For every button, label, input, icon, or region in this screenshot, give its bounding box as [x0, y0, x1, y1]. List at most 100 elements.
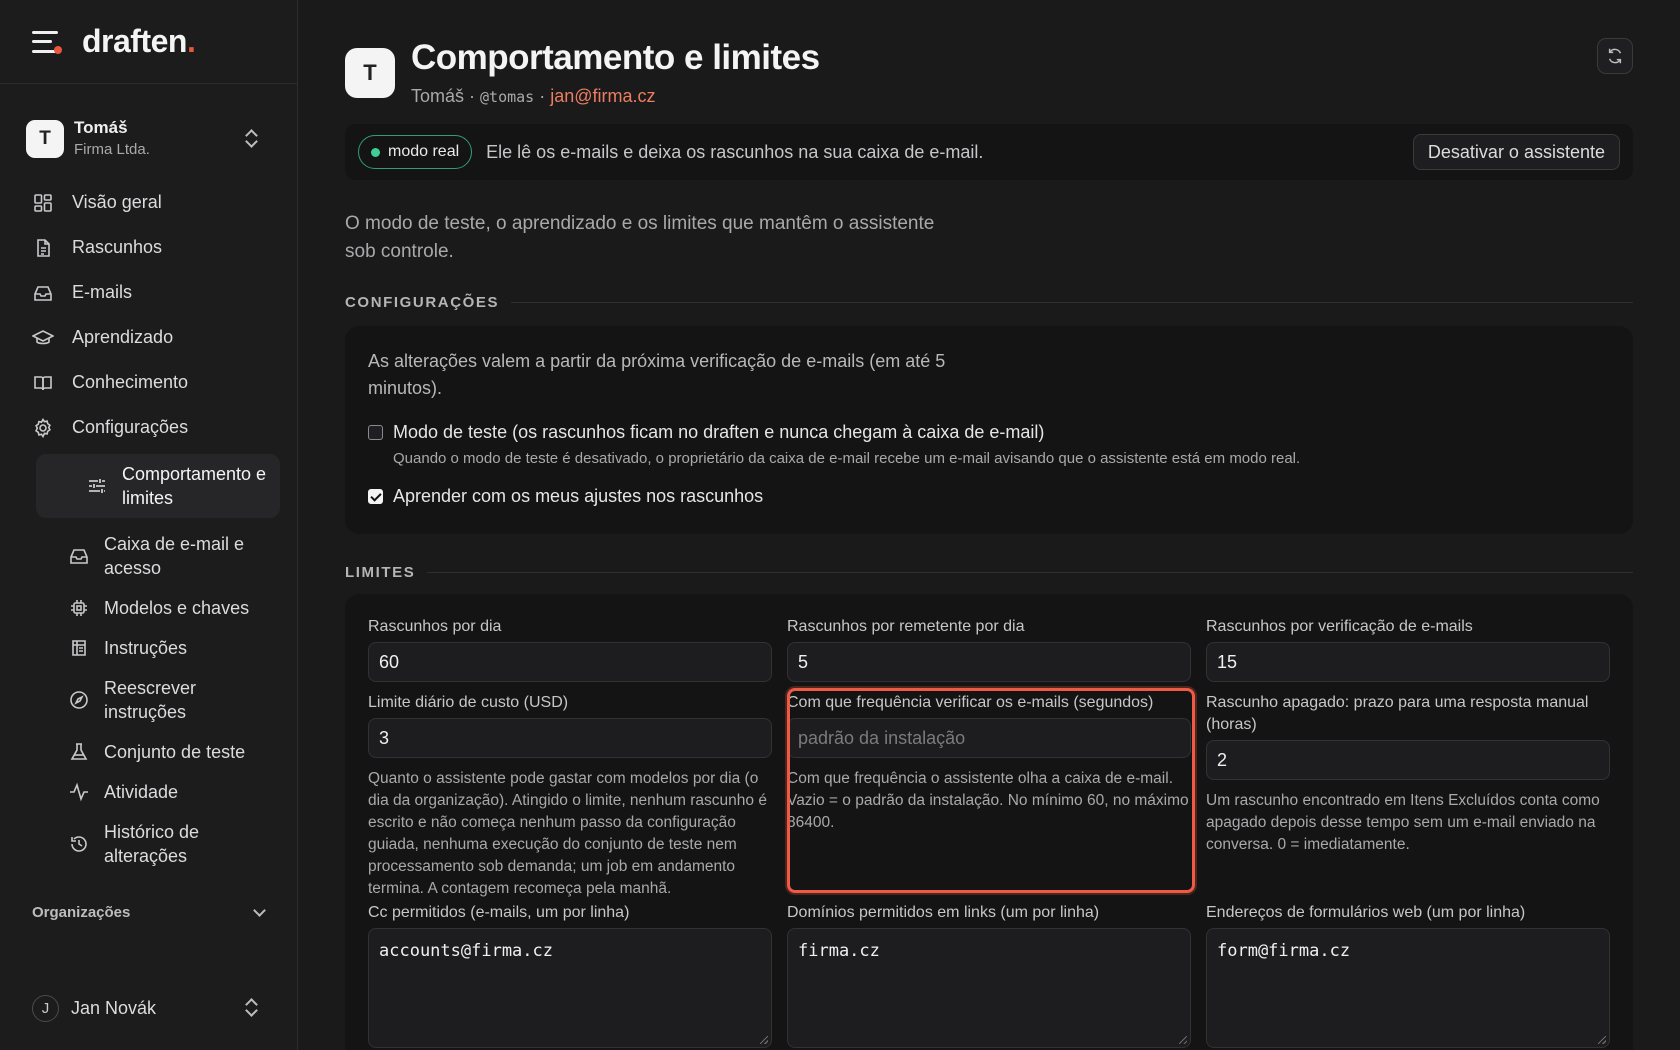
sidebar-item-learning[interactable]: Aprendizado: [18, 315, 280, 360]
user-switcher[interactable]: J Jan Novák: [32, 994, 268, 1022]
disable-assistant-button[interactable]: Desativar o assistente: [1412, 134, 1620, 170]
section-heading-label: CONFIGURAÇÕES: [345, 294, 500, 311]
sidebar-item-settings[interactable]: Configurações: [18, 405, 280, 450]
user-avatar: J: [32, 994, 59, 1022]
sidebar-item-label: Aprendizado: [72, 327, 174, 347]
check-frequency-label: Com que frequência verificar os e-mails …: [787, 694, 1154, 711]
learn-checkbox-row[interactable]: Aprender com os meus ajustes nos rascunh…: [368, 486, 763, 507]
resize-grip-icon[interactable]: [1598, 1036, 1606, 1044]
document-icon: [32, 237, 54, 259]
drafts-per-check-label: Rascunhos por verificação de e-mails: [1206, 618, 1473, 635]
allowed-domains-field: Domínios permitidos em links (um por lin…: [787, 902, 1191, 1048]
graduation-cap-icon: [32, 327, 54, 349]
organizations-label: Organizações: [32, 904, 131, 921]
deleted-draft-label: Rascunho apagado: prazo para uma respost…: [1206, 694, 1589, 733]
sidebar-item-mailbox-access[interactable]: Caixa de e-mail e acesso: [68, 524, 280, 588]
org-switcher[interactable]: T Tomáš Firma Ltda.: [26, 114, 272, 164]
check-frequency-help: Com que frequência o assistente olha a c…: [787, 770, 1189, 831]
subtitle-email-link[interactable]: jan@firma.cz: [550, 86, 655, 106]
sidebar-item-behavior-limits[interactable]: Comportamento e limites: [36, 454, 280, 518]
limits-card: Rascunhos por dia 60 Rascunhos por remet…: [345, 594, 1633, 1050]
gear-icon: [32, 417, 54, 439]
allowed-cc-field: Cc permitidos (e-mails, um por linha) ac…: [368, 902, 772, 1048]
org-avatar: T: [26, 120, 64, 158]
sidebar-item-rewrite-instructions[interactable]: Reescrever instruções: [68, 668, 280, 732]
allowed-domains-label: Domínios permitidos em links (um por lin…: [787, 904, 1100, 921]
chip-icon: [68, 597, 90, 619]
check-frequency-field: Com que frequência verificar os e-mails …: [787, 692, 1191, 834]
drafts-per-sender-input[interactable]: 5: [787, 642, 1191, 682]
drafts-per-check-field: Rascunhos por verificação de e-mails 15: [1206, 616, 1610, 682]
subtitle-separator: ·: [464, 86, 481, 106]
list-icon: [68, 637, 90, 659]
live-dot-icon: [371, 147, 380, 157]
sidebar-item-label: E-mails: [72, 282, 133, 302]
learn-label: Aprender com os meus ajustes nos rascunh…: [393, 486, 764, 506]
section-heading-settings: CONFIGURAÇÕES: [345, 294, 1633, 311]
deleted-draft-help: Um rascunho encontrado em Itens Excluído…: [1206, 792, 1600, 853]
history-icon: [68, 833, 90, 855]
sidebar-item-test-set[interactable]: Conjunto de teste: [68, 732, 280, 772]
subtitle-separator: ·: [534, 86, 551, 106]
web-forms-label: Endereços de formulários web (um por lin…: [1206, 904, 1526, 921]
sidebar-item-label: Conhecimento: [72, 372, 189, 392]
organizations-toggle[interactable]: Organizações: [32, 904, 268, 921]
sidebar-item-emails[interactable]: E-mails: [18, 270, 280, 315]
sidebar-item-label: Instruções: [104, 638, 188, 658]
sidebar-item-instructions[interactable]: Instruções: [68, 628, 280, 668]
sidebar-item-label: Visão geral: [72, 192, 162, 212]
grid-icon: [32, 192, 54, 214]
resize-grip-icon[interactable]: [760, 1036, 768, 1044]
sidebar-item-drafts[interactable]: Rascunhos: [18, 225, 280, 270]
settings-subnav: Comportamento e limites Caixa de e-mail …: [18, 454, 280, 876]
section-divider: [511, 302, 1633, 303]
flask-icon: [68, 741, 90, 763]
chevron-updown-icon: [244, 128, 258, 150]
deleted-draft-input[interactable]: 2: [1206, 740, 1610, 780]
page-intro: O modo de teste, o aprendizado e os limi…: [345, 213, 935, 262]
brand-bar: draften.: [0, 0, 297, 84]
page-title: Comportamento e limites: [411, 38, 820, 77]
drafts-per-check-input[interactable]: 15: [1206, 642, 1610, 682]
learn-checkbox[interactable]: [368, 489, 383, 504]
section-heading-label: LIMITES: [345, 564, 416, 581]
sidebar-item-label: Rascunhos: [72, 237, 163, 257]
cost-limit-field: Limite diário de custo (USD) 3 Quanto o …: [368, 692, 772, 900]
mode-description: Ele lê os e-mails e deixa os rascunhos n…: [486, 141, 984, 162]
refresh-button[interactable]: [1597, 38, 1633, 74]
subtitle-name: Tomáš: [411, 86, 465, 106]
sidebar-item-models-keys[interactable]: Modelos e chaves: [68, 588, 280, 628]
drafts-per-day-field: Rascunhos por dia 60: [368, 616, 772, 682]
allowed-domains-textarea[interactable]: firma.cz: [787, 928, 1191, 1048]
logo: draften.: [82, 23, 196, 59]
web-forms-textarea[interactable]: form@firma.cz: [1206, 928, 1610, 1048]
sidebar-item-change-history[interactable]: Histórico de alterações: [68, 812, 280, 876]
sliders-icon: [86, 475, 108, 497]
sidebar-item-label: Histórico de alterações: [104, 822, 200, 866]
sidebar-item-label: Configurações: [72, 417, 189, 437]
sidebar-item-activity[interactable]: Atividade: [68, 772, 280, 812]
sidebar-item-label: Comportamento e limites: [122, 464, 267, 508]
allowed-cc-textarea[interactable]: accounts@firma.cz: [368, 928, 772, 1048]
resize-grip-icon[interactable]: [1179, 1036, 1187, 1044]
main-nav: Visão geral Rascunhos E-mails Aprendizad…: [18, 180, 280, 876]
test-mode-checkbox-row[interactable]: Modo de teste (os rascunhos ficam no dra…: [368, 422, 1044, 443]
cost-limit-input[interactable]: 3: [368, 718, 772, 758]
menu-icon[interactable]: [32, 30, 62, 54]
sidebar-item-label: Conjunto de teste: [104, 742, 246, 762]
sidebar-item-label: Atividade: [104, 782, 179, 802]
sidebar-item-knowledge[interactable]: Conhecimento: [18, 360, 280, 405]
web-forms-value: form@firma.cz: [1217, 941, 1351, 961]
check-frequency-input[interactable]: padrão da instalação: [787, 718, 1191, 758]
sidebar-item-overview[interactable]: Visão geral: [18, 180, 280, 225]
allowed-cc-value: accounts@firma.cz: [379, 941, 553, 961]
sidebar-item-label: Modelos e chaves: [104, 598, 250, 618]
test-mode-checkbox[interactable]: [368, 425, 383, 440]
allowed-domains-value: firma.cz: [798, 941, 880, 961]
drafts-per-day-input[interactable]: 60: [368, 642, 772, 682]
status-badge: modo real: [358, 135, 473, 169]
org-company: Firma Ltda.: [74, 141, 150, 158]
settings-note: As alterações valem a partir da próxima …: [368, 351, 946, 398]
org-user-name: Tomáš: [74, 118, 128, 137]
cost-limit-help: Quanto o assistente pode gastar com mode…: [368, 770, 767, 897]
